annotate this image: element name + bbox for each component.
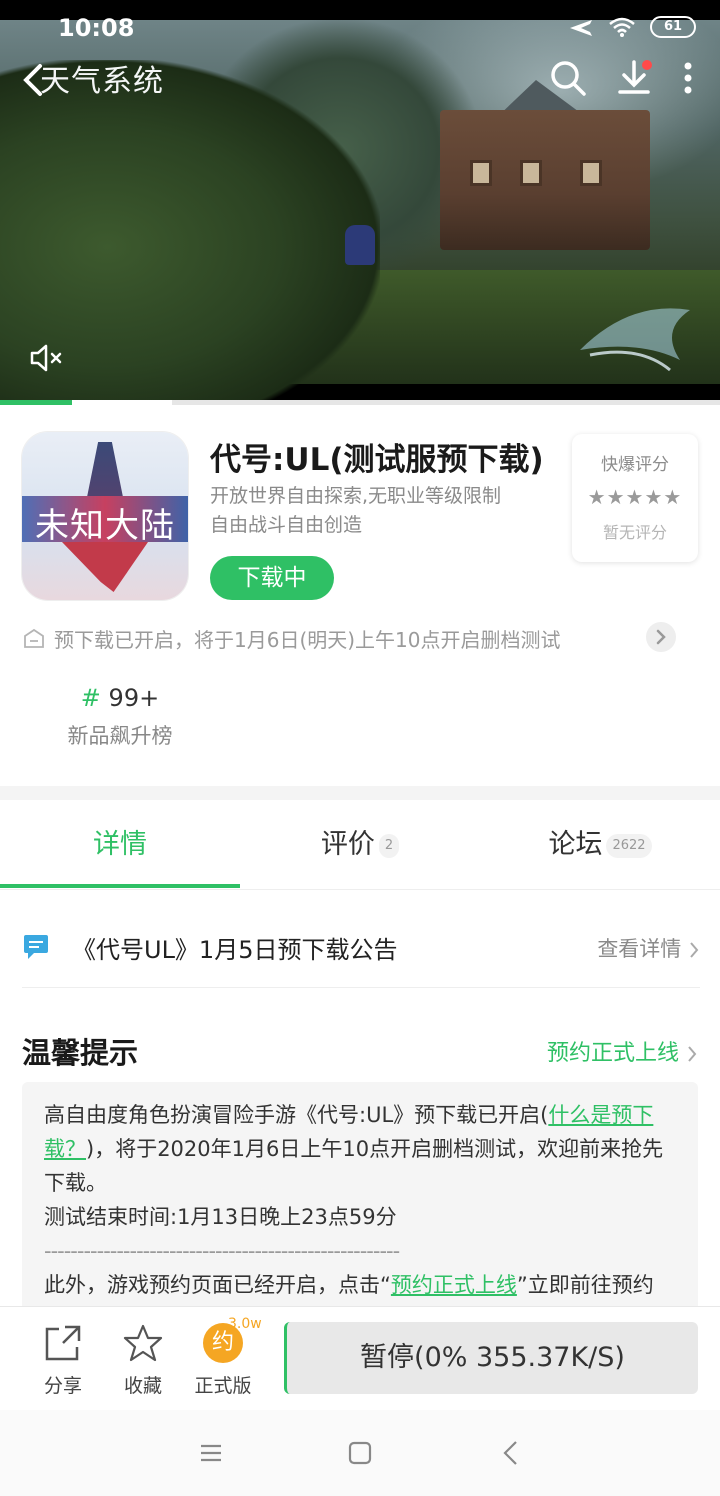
mute-icon[interactable] [26,338,66,378]
calendar-lock-icon [24,628,44,648]
tab-count-badge: 2 [378,833,400,858]
official-reserve-button[interactable]: 约 正式版 [188,1323,258,1398]
share-icon [45,1325,81,1361]
tips-text: ”立即前往预约 [516,1273,654,1297]
hash-icon: # [80,684,101,712]
tips-end-time: 测试结束时间:1月13日晚上23点59分 [44,1205,397,1229]
rating-title: 快爆评分 [601,455,669,475]
menu-icon [201,1444,221,1462]
rank-label: 新品飙升榜 [67,724,173,748]
search-icon [551,61,586,96]
tips-text: 此外，游戏预约页面已经开启，点击“ [44,1273,391,1297]
system-nav-bar [0,1410,720,1496]
reserve-official-label: 预约正式上线 [546,1041,679,1066]
hero-title: 天气系统 [40,64,164,99]
more-button[interactable] [680,58,696,98]
more-vertical-icon [684,62,692,94]
tips-paragraph: 高自由度角色扮演冒险手游《代号:UL》预下载已开启(什么是预下载？)，将于202… [44,1098,678,1200]
announcement-more-label: 查看详情 [597,937,682,961]
pause-download-button[interactable]: 暂停(0% 355.37K/S) [284,1322,698,1394]
app-description-line: 开放世界自由探索,无职业等级限制 [210,485,502,507]
test-notice-text: 预下载已开启，将于1月6日(明天)上午10点开启删档测试 [54,627,561,652]
rank-badge[interactable]: # 99+ 新品飙升榜 [60,684,180,750]
tab-reviews[interactable]: 评价 2 [240,800,480,890]
battery-indicator: 61 [650,16,696,38]
app-description: 开放世界自由探索,无职业等级限制 自由战斗自由创造 [210,482,560,540]
tips-text: 高自由度角色扮演冒险手游《代号:UL》预下载已开启( [44,1103,549,1127]
announcement-title: 《代号UL》1月5日预下载公告 [72,936,398,964]
notice-arrow-button[interactable] [646,622,676,652]
chevron-right-icon [656,629,666,645]
tab-label: 评价 [320,829,375,860]
official-label: 正式版 [194,1375,252,1397]
tab-details[interactable]: 详情 [0,800,240,890]
video-progress-played [0,400,72,405]
airplane-mode-icon [570,20,592,36]
test-notice[interactable]: 预下载已开启，将于1月6日(明天)上午10点开启删档测试 [22,620,682,656]
rank-number: 99+ [108,684,160,712]
app-description-line: 自由战斗自由创造 [210,514,363,536]
app-title: 代号:UL(测试服预下载) [210,442,544,478]
download-manager-button[interactable] [614,58,654,98]
status-time: 10:08 [58,14,135,42]
tab-label: 论坛 [548,829,603,860]
tips-content: 高自由度角色扮演冒险手游《代号:UL》预下载已开启(什么是预下载？)，将于202… [22,1082,698,1322]
system-back-button[interactable] [496,1438,526,1468]
app-icon: 未知大陆 [22,432,188,600]
message-icon [24,935,48,959]
tab-count-badge: 2622 [606,833,652,858]
share-label: 分享 [43,1375,82,1397]
tips-section-title: 温馨提示 [22,1036,139,1070]
tips-text: )，将于2020年1月6日上午10点开启删档测试，欢迎前来抢先下载。 [44,1137,664,1195]
tips-paragraph: 此外，游戏预约页面已经开启，点击“预约正式上线”立即前往预约 [44,1268,678,1302]
game-logo-watermark [580,308,690,372]
reserve-official-link[interactable]: 预约正式上线 [547,1035,698,1067]
reserve-inline-link[interactable]: 预约正式上线 [391,1273,517,1297]
chevron-right-icon [688,1046,697,1062]
video-progress-buffered [72,400,172,405]
recent-apps-button[interactable] [196,1438,226,1468]
section-divider [0,786,720,800]
favorite-button[interactable]: 收藏 [108,1323,178,1398]
home-square-icon [348,1441,372,1465]
rating-stars-icon: ★★★★★ [587,485,683,509]
status-bar: 10:08 61 [0,0,720,44]
rating-card[interactable]: 快爆评分 ★★★★★ 暂无评分 [572,434,698,562]
home-button[interactable] [345,1438,375,1468]
active-tab-indicator [0,884,240,888]
downloading-button[interactable]: 下载中 [210,556,334,600]
video-progress-bar[interactable] [0,400,720,405]
share-button[interactable]: 分享 [28,1323,98,1398]
hero-video[interactable]: 10:08 61 天气系统 [0,0,720,400]
chevron-right-icon [690,942,699,958]
wifi-icon [609,17,635,37]
announcement-row[interactable]: 《代号UL》1月5日预下载公告 查看详情 [22,908,700,988]
favorite-label: 收藏 [123,1375,162,1397]
tab-forum[interactable]: 论坛 2622 [480,800,720,890]
hero-toolbar: 天气系统 [0,50,720,106]
announcement-more-link[interactable]: 查看详情 [597,933,700,963]
rating-empty-text: 暂无评分 [602,523,667,542]
back-chevron-icon [503,1441,517,1465]
tab-label: 详情 [93,829,147,860]
reserve-count: 3.0w [228,1316,262,1332]
tab-bar: 详情 评价 2 论坛 2622 [0,800,720,890]
star-icon [123,1324,163,1362]
app-icon-text: 未知大陆 [35,506,175,546]
notification-dot [642,60,652,70]
tips-divider: ----------------------------------------… [44,1239,400,1263]
search-button[interactable] [548,58,588,98]
